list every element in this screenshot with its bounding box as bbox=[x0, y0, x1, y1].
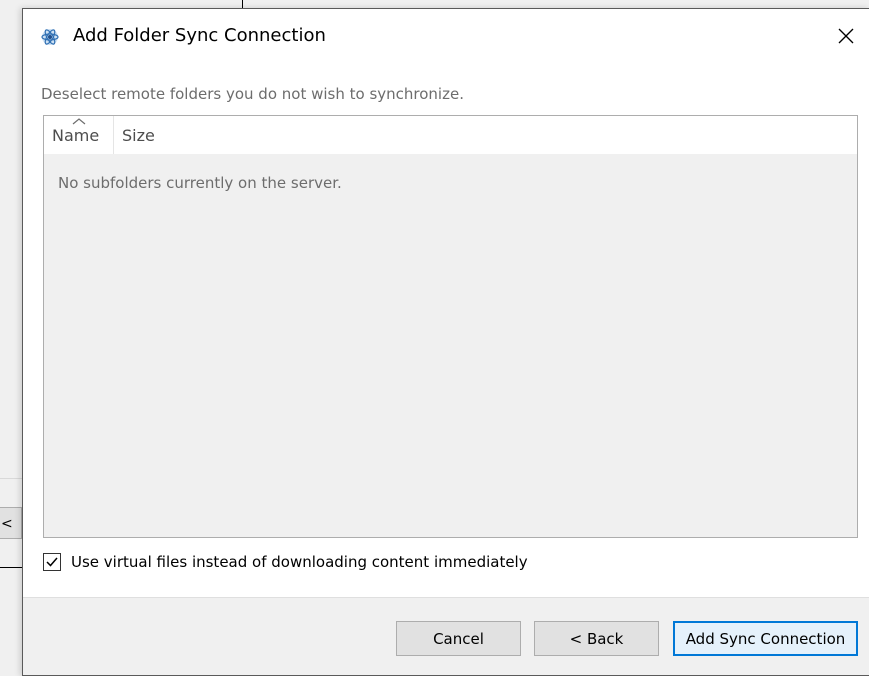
column-header-name-label: Name bbox=[52, 126, 100, 145]
empty-list-message: No subfolders currently on the server. bbox=[58, 174, 342, 192]
column-header-name[interactable]: Name bbox=[44, 116, 114, 154]
column-header-size-label: Size bbox=[122, 126, 155, 145]
checkmark-icon bbox=[46, 557, 58, 567]
folder-list-view[interactable]: Name Size No subfolders currently on the… bbox=[43, 115, 858, 538]
virtual-files-checkbox[interactable] bbox=[43, 553, 61, 571]
title-bar[interactable]: Add Folder Sync Connection bbox=[23, 9, 869, 63]
instruction-text: Deselect remote folders you do not wish … bbox=[41, 85, 464, 103]
virtual-files-option[interactable]: Use virtual files instead of downloading… bbox=[43, 553, 528, 571]
list-header: Name Size bbox=[44, 116, 857, 154]
cancel-button[interactable]: Cancel bbox=[396, 621, 521, 656]
sort-ascending-icon bbox=[72, 118, 86, 125]
add-sync-connection-button[interactable]: Add Sync Connection bbox=[673, 621, 858, 656]
column-header-size[interactable]: Size bbox=[114, 116, 174, 154]
add-folder-sync-dialog: Add Folder Sync Connection Deselect remo… bbox=[22, 8, 869, 676]
footer-divider bbox=[23, 597, 869, 598]
virtual-files-label[interactable]: Use virtual files instead of downloading… bbox=[71, 553, 528, 571]
dialog-title: Add Folder Sync Connection bbox=[73, 25, 326, 46]
close-icon bbox=[838, 28, 854, 44]
back-button[interactable]: < Back bbox=[534, 621, 659, 656]
background-back-button[interactable]: < B bbox=[0, 507, 22, 539]
dialog-content: Deselect remote folders you do not wish … bbox=[23, 63, 869, 597]
close-button[interactable] bbox=[823, 9, 869, 63]
sync-app-icon bbox=[41, 29, 59, 45]
